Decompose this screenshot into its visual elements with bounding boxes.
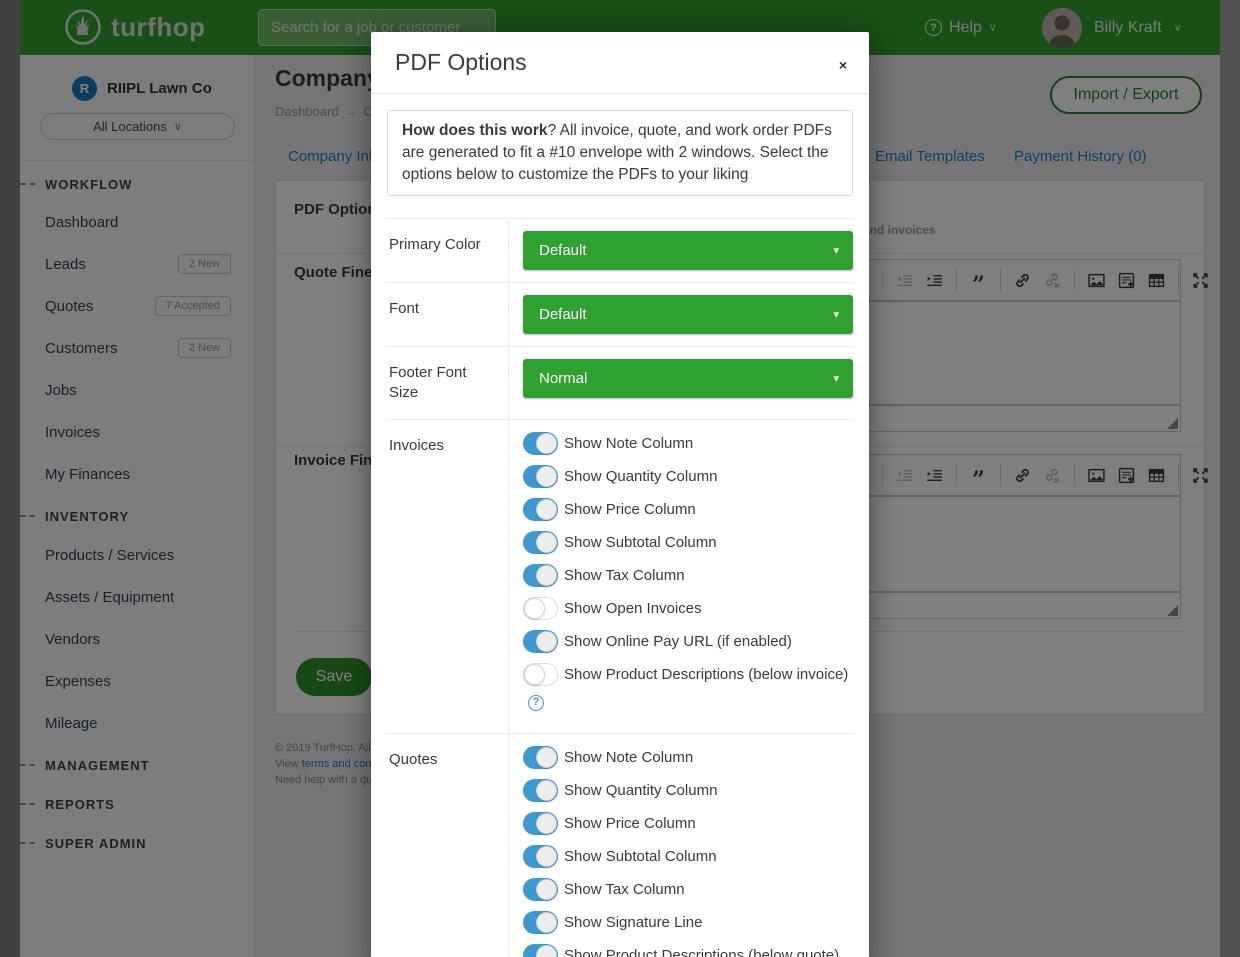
quotes-label: Quotes xyxy=(387,734,509,957)
font-row: Font Default ▾ xyxy=(387,282,853,346)
primary-color-row: Primary Color Default ▾ xyxy=(387,218,853,282)
invoice-tax-column-toggle[interactable] xyxy=(523,564,558,587)
toggle-row: Show Product Descriptions (below invoice… xyxy=(523,663,853,711)
toggle-row: Show Online Pay URL (if enabled) xyxy=(523,630,853,653)
caret-down-icon: ▾ xyxy=(833,244,839,257)
quote-price-column-toggle[interactable] xyxy=(523,812,558,835)
footer-font-size-select[interactable]: Normal ▾ xyxy=(523,359,853,398)
font-value: Default xyxy=(539,306,587,323)
toggle-row: Show Subtotal Column xyxy=(523,845,853,868)
quote-product-descriptions-toggle[interactable] xyxy=(523,944,558,957)
invoices-options-row: Invoices Show Note Column Show Quantity … xyxy=(387,419,853,733)
invoice-note-column-toggle[interactable] xyxy=(523,432,558,455)
pdf-options-modal: PDF Options × How does this work? All in… xyxy=(371,32,869,957)
toggle-row: Show Price Column xyxy=(523,498,853,521)
invoices-label: Invoices xyxy=(387,420,509,733)
caret-down-icon: ▾ xyxy=(833,308,839,321)
invoice-price-column-toggle[interactable] xyxy=(523,498,558,521)
toggle-row: Show Note Column xyxy=(523,746,853,769)
help-icon[interactable]: ? xyxy=(528,695,544,711)
font-label: Font xyxy=(387,283,509,346)
toggle-row: Show Note Column xyxy=(523,432,853,455)
toggle-row: Show Quantity Column xyxy=(523,779,853,802)
screen: turfhop ? Help ∨ Billy Kraft ∨ xyxy=(0,0,1240,957)
primary-color-select[interactable]: Default ▾ xyxy=(523,231,853,270)
toggle-row: Show Tax Column xyxy=(523,878,853,901)
footer-font-size-label: Footer Font Size xyxy=(387,347,509,419)
toggle-row: Show Price Column xyxy=(523,812,853,835)
pdf-info-box: How does this work? All invoice, quote, … xyxy=(387,110,853,196)
toggle-row: Show Subtotal Column xyxy=(523,531,853,554)
quote-quantity-column-toggle[interactable] xyxy=(523,779,558,802)
invoice-open-invoices-toggle[interactable] xyxy=(523,597,558,620)
primary-color-value: Default xyxy=(539,242,587,259)
quote-note-column-toggle[interactable] xyxy=(523,746,558,769)
quotes-options-row: Quotes Show Note Column Show Quantity Co… xyxy=(387,733,853,957)
invoice-quantity-column-toggle[interactable] xyxy=(523,465,558,488)
invoice-subtotal-column-toggle[interactable] xyxy=(523,531,558,554)
caret-down-icon: ▾ xyxy=(833,372,839,385)
window-edge-right xyxy=(1220,0,1240,957)
footer-font-size-row: Footer Font Size Normal ▾ xyxy=(387,346,853,419)
quote-signature-line-toggle[interactable] xyxy=(523,911,558,934)
modal-header: PDF Options × xyxy=(371,32,869,94)
toggle-row: Show Open Invoices xyxy=(523,597,853,620)
info-bold-text: How does this work xyxy=(402,122,548,139)
modal-body: How does this work? All invoice, quote, … xyxy=(371,94,869,957)
close-icon[interactable]: × xyxy=(839,58,847,72)
primary-color-label: Primary Color xyxy=(387,219,509,282)
toggle-row: Show Signature Line xyxy=(523,911,853,934)
window-edge-left xyxy=(0,0,20,957)
toggle-row: Show Tax Column xyxy=(523,564,853,587)
invoice-product-descriptions-toggle[interactable] xyxy=(523,663,558,686)
modal-title: PDF Options xyxy=(395,49,845,76)
footer-font-size-value: Normal xyxy=(539,370,587,387)
toggle-row: Show Quantity Column xyxy=(523,465,853,488)
quote-tax-column-toggle[interactable] xyxy=(523,878,558,901)
quote-subtotal-column-toggle[interactable] xyxy=(523,845,558,868)
font-select[interactable]: Default ▾ xyxy=(523,295,853,334)
invoice-online-pay-url-toggle[interactable] xyxy=(523,630,558,653)
toggle-row: Show Product Descriptions (below quote)? xyxy=(523,944,853,957)
